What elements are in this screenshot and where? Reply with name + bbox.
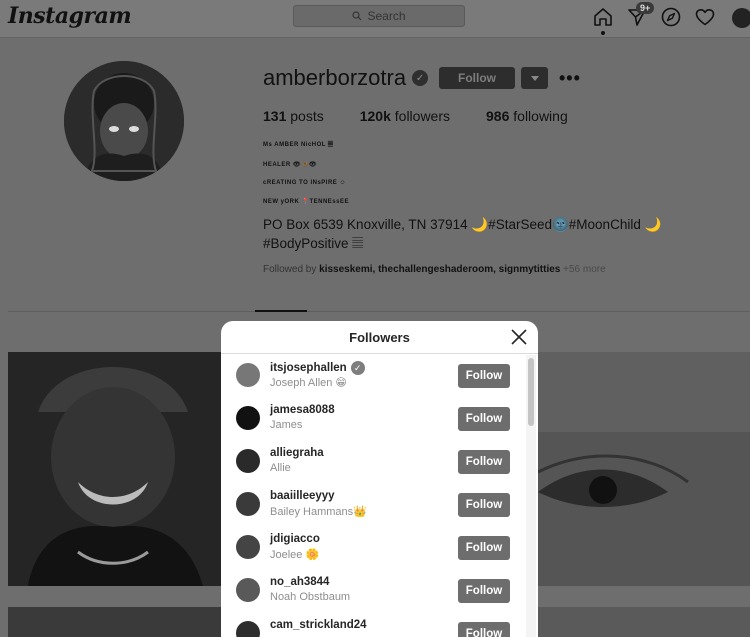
- list-item[interactable]: alliegraha Allie Follow: [221, 441, 526, 484]
- bio-line-1: Ms AMBER NicHOL 𝄚: [263, 142, 334, 148]
- follower-username[interactable]: cam_strickland24: [270, 619, 367, 631]
- home-icon[interactable]: [592, 6, 614, 35]
- notification-badge: 9+: [636, 2, 655, 14]
- follower-username[interactable]: itsjosephallen ✓: [270, 361, 365, 375]
- nav-icons: 9+: [592, 2, 716, 35]
- following-stat[interactable]: 986 following: [486, 108, 568, 124]
- close-icon[interactable]: [510, 328, 528, 346]
- avatar[interactable]: [236, 449, 260, 473]
- followers-stat[interactable]: 120k followers: [360, 108, 450, 124]
- followed-by[interactable]: Followed by kisseskemi, thechallengeshad…: [263, 264, 606, 275]
- username-text: amberborzotra: [263, 65, 407, 90]
- list-item[interactable]: baaiilleeyyy Bailey Hammans👑 Follow: [221, 484, 526, 527]
- scrollbar-thumb[interactable]: [528, 358, 534, 426]
- follower-fullname: James: [270, 419, 303, 431]
- search-icon: [352, 11, 362, 21]
- modal-header: Followers: [221, 321, 538, 354]
- follow-button[interactable]: Follow: [458, 407, 510, 431]
- follower-username[interactable]: baaiilleeyyy: [270, 490, 335, 502]
- profile-avatar[interactable]: [64, 61, 184, 181]
- profile-divider: [8, 311, 750, 312]
- follow-button[interactable]: Follow: [458, 493, 510, 517]
- follower-username[interactable]: alliegraha: [270, 447, 324, 459]
- search-placeholder: Search: [367, 9, 406, 23]
- suggestions-dropdown-button[interactable]: [521, 67, 548, 89]
- post-image: [538, 352, 750, 586]
- instagram-logo[interactable]: Instagram: [8, 3, 132, 29]
- direct-icon[interactable]: 9+: [626, 2, 655, 28]
- top-nav: Instagram Search 9+: [0, 0, 750, 38]
- follower-username[interactable]: jamesa8088: [270, 404, 335, 416]
- avatar[interactable]: [236, 363, 260, 387]
- list-item[interactable]: cam_strickland24 Follow: [221, 613, 526, 637]
- post-image: [8, 352, 221, 586]
- explore-icon[interactable]: [660, 6, 682, 28]
- follow-button[interactable]: Follow: [458, 450, 510, 474]
- avatar[interactable]: [236, 621, 260, 637]
- avatar-illustration: [64, 61, 184, 181]
- profile-stats: 131 posts 120k followers 986 following: [263, 108, 568, 124]
- post-thumbnail[interactable]: [538, 352, 750, 586]
- avatar[interactable]: [236, 535, 260, 559]
- follower-fullname: Joseph Allen 😁: [270, 377, 347, 389]
- avatar[interactable]: [236, 578, 260, 602]
- follower-username[interactable]: jdigiacco: [270, 533, 320, 545]
- followers-list[interactable]: itsjosephallen ✓ Joseph Allen 😁 Follow j…: [221, 355, 538, 637]
- list-item[interactable]: itsjosephallen ✓ Joseph Allen 😁 Follow: [221, 355, 526, 398]
- follower-fullname: Joelee 🌼: [270, 549, 320, 561]
- list-item[interactable]: no_ah3844 Noah Obstbaum Follow: [221, 570, 526, 613]
- bio-line-2: HEALER 👁🦋👁: [263, 162, 318, 168]
- heart-icon[interactable]: [694, 6, 716, 28]
- follower-username[interactable]: no_ah3844: [270, 576, 329, 588]
- scrollbar[interactable]: [526, 355, 536, 637]
- profile-avatar-mini[interactable]: [732, 8, 750, 28]
- follow-button[interactable]: Follow: [458, 579, 510, 603]
- post-thumbnail[interactable]: [8, 352, 221, 586]
- follower-fullname: Noah Obstbaum: [270, 591, 351, 603]
- follow-button[interactable]: Follow: [458, 536, 510, 560]
- post-thumbnail[interactable]: [8, 607, 221, 637]
- follow-button[interactable]: Follow: [439, 67, 515, 89]
- follower-fullname: Bailey Hammans👑: [270, 506, 367, 518]
- followers-modal: Followers itsjosephallen ✓ Joseph Allen …: [221, 321, 538, 637]
- list-item[interactable]: jamesa8088 James Follow: [221, 398, 526, 441]
- bio-main: PO Box 6539 Knoxville, TN 37914 🌙#StarSe…: [263, 217, 662, 251]
- bio-line-4: NEW yORK 📍TENNEssEE: [263, 199, 349, 205]
- posts-stat: 131 posts: [263, 108, 324, 124]
- modal-title: Followers: [349, 329, 410, 345]
- search-input[interactable]: Search: [293, 5, 465, 27]
- active-indicator: [601, 31, 605, 35]
- post-thumbnail[interactable]: [538, 607, 750, 637]
- posts-tab-indicator[interactable]: [255, 310, 307, 312]
- list-item[interactable]: jdigiacco Joelee 🌼 Follow: [221, 527, 526, 570]
- avatar[interactable]: [236, 492, 260, 516]
- follower-fullname: Allie: [270, 462, 291, 474]
- chevron-down-icon: [530, 75, 539, 81]
- profile-username: amberborzotra ✓: [263, 65, 429, 91]
- follow-button[interactable]: Follow: [458, 622, 510, 637]
- more-options-button[interactable]: •••: [559, 68, 581, 89]
- verified-badge-icon: ✓: [412, 70, 429, 86]
- avatar[interactable]: [236, 406, 260, 430]
- verified-badge-icon: ✓: [350, 361, 365, 375]
- follow-button[interactable]: Follow: [458, 364, 510, 388]
- bio-line-3: cREATING TO INsPIRE ☺: [263, 180, 347, 186]
